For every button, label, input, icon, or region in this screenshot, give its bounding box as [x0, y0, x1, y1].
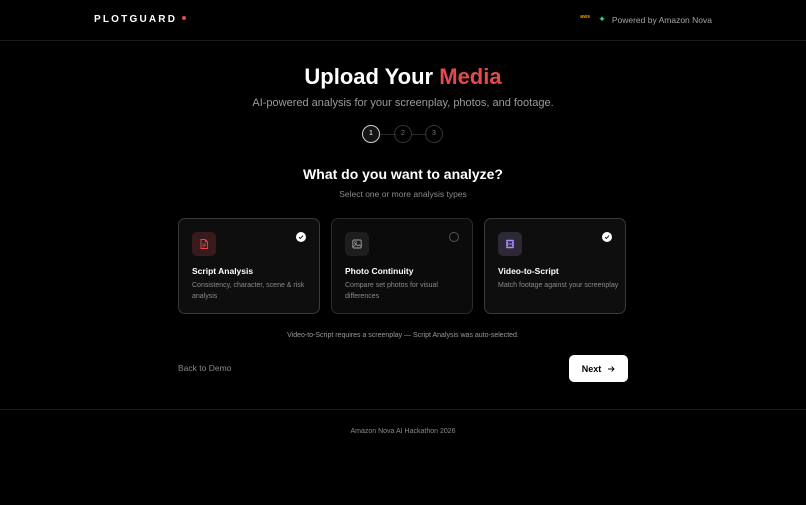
- brand-name: PLOTGUARD: [94, 14, 178, 25]
- card-description: Consistency, character, scene & risk ana…: [192, 282, 305, 300]
- auto-select-note: Video-to-Script requires a screenplay — …: [287, 332, 519, 339]
- checkbox-checked[interactable]: [602, 232, 612, 242]
- card-description: Match footage against your screenplay: [498, 282, 619, 289]
- card-title: Video-to-Script: [498, 266, 559, 276]
- check-icon: [298, 235, 304, 240]
- brand-dot-icon: [182, 16, 187, 21]
- next-button[interactable]: Next: [569, 355, 628, 382]
- powered-by-text: Powered by Amazon Nova: [611, 14, 712, 25]
- next-button-label: Next: [581, 363, 602, 374]
- brand-logo[interactable]: PLOTGUARD: [94, 14, 187, 25]
- question-title: What do you want to analyze?: [303, 166, 503, 182]
- image-icon: [345, 232, 369, 256]
- question-subtitle: Select one or more analysis types: [339, 189, 467, 199]
- sparkle-icon: ✦: [598, 14, 606, 24]
- film-icon: [498, 232, 522, 256]
- back-to-demo-link[interactable]: Back to Demo: [178, 363, 231, 373]
- card-title: Script Analysis: [192, 266, 254, 276]
- step-3: 3: [425, 125, 443, 143]
- footer: Amazon Nova AI Hackathon 2026: [0, 409, 806, 505]
- card-video-to-script[interactable]: Video-to-Script Match footage against yo…: [484, 218, 626, 314]
- step-1: 1: [362, 125, 380, 143]
- footer-text: Amazon Nova AI Hackathon 2026: [350, 428, 456, 435]
- card-photo-continuity[interactable]: Photo Continuity Compare set photos for …: [331, 218, 473, 314]
- page-title: Upload Your Media: [0, 64, 806, 90]
- step-2: 2: [394, 125, 412, 143]
- page-title-accent: Media: [439, 64, 502, 89]
- document-icon: [192, 232, 216, 256]
- check-icon: [604, 235, 610, 240]
- page-subtitle: AI-powered analysis for your screenplay,…: [252, 97, 554, 109]
- arrow-right-icon: [608, 365, 615, 372]
- checkbox-checked[interactable]: [296, 232, 306, 242]
- aws-logo-icon: aws: [580, 13, 591, 20]
- card-script-analysis[interactable]: Script Analysis Consistency, character, …: [178, 218, 320, 314]
- step-indicator: 1 2 3: [362, 125, 444, 143]
- top-bar: PLOTGUARD aws ✦ Powered by Amazon Nova: [0, 0, 806, 41]
- powered-by: aws ✦ Powered by Amazon Nova: [580, 14, 712, 25]
- card-description: Compare set photos for visual difference…: [345, 282, 438, 300]
- card-title: Photo Continuity: [345, 266, 414, 276]
- checkbox-unchecked[interactable]: [449, 232, 459, 242]
- page-title-main: Upload Your: [304, 64, 434, 89]
